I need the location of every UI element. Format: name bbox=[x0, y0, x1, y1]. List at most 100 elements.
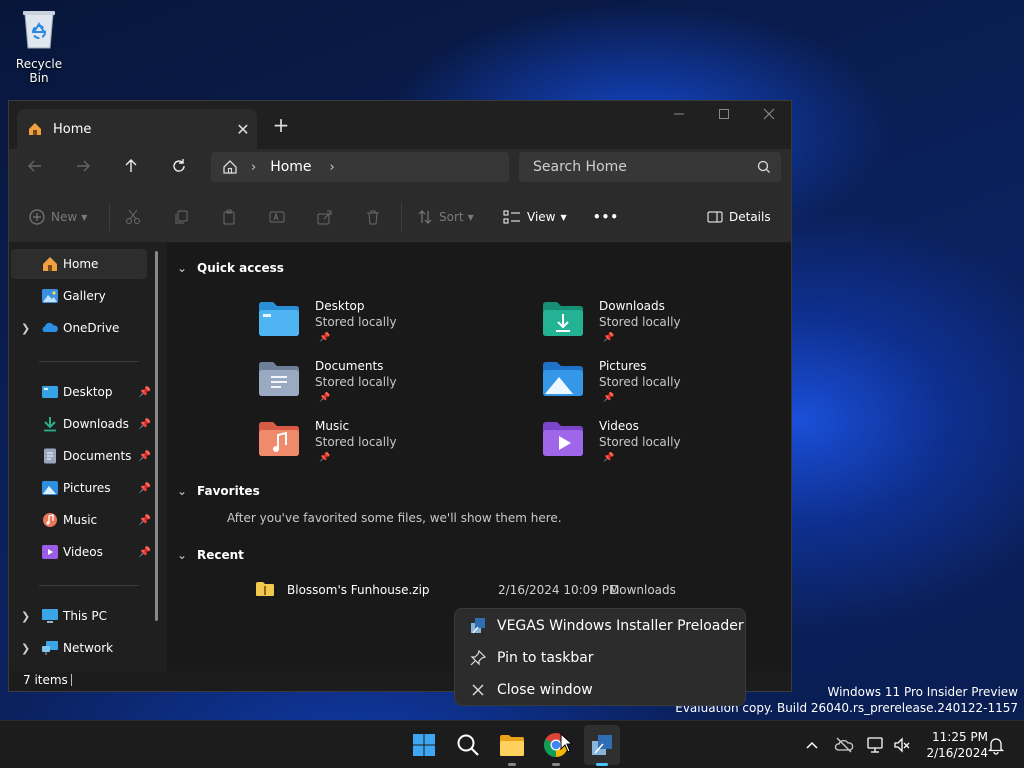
new-plus-icon bbox=[29, 209, 45, 225]
jumplist-label: VEGAS Windows Installer Preloader bbox=[497, 618, 744, 634]
search-input[interactable]: Search Home bbox=[533, 159, 751, 175]
pin-icon[interactable]: 📌 bbox=[139, 419, 151, 430]
jumplist-item-close[interactable]: Close window bbox=[455, 675, 745, 705]
sidebar-item-pictures[interactable]: Pictures 📌 bbox=[11, 473, 151, 503]
chevron-down-icon[interactable]: ⌄ bbox=[167, 261, 197, 275]
sidebar-item-home[interactable]: Home bbox=[11, 249, 147, 279]
folder-name: Downloads bbox=[599, 299, 665, 313]
videos-icon bbox=[42, 545, 58, 559]
section-quick-access[interactable]: ⌄ Quick access bbox=[177, 261, 284, 275]
quick-access-music[interactable]: Music Stored locally 📌 bbox=[257, 419, 487, 475]
installer-app-icon[interactable] bbox=[586, 729, 618, 761]
details-button[interactable]: Details bbox=[707, 207, 771, 227]
sidebar-item-label: OneDrive bbox=[63, 321, 120, 335]
quick-access-documents[interactable]: Documents Stored locally 📌 bbox=[257, 359, 487, 415]
recycle-bin[interactable]: Recycle Bin bbox=[6, 8, 72, 85]
sort-icon bbox=[418, 210, 432, 224]
refresh-icon bbox=[173, 159, 185, 172]
pin-icon[interactable]: 📌 bbox=[139, 515, 151, 526]
chevron-right-icon[interactable]: ❯ bbox=[21, 610, 30, 623]
quick-access-desktop[interactable]: Desktop Stored locally 📌 bbox=[257, 299, 487, 355]
breadcrumb-home[interactable]: Home bbox=[270, 159, 311, 175]
close-button[interactable] bbox=[749, 105, 789, 129]
paste-button[interactable] bbox=[221, 207, 243, 227]
forward-button[interactable] bbox=[67, 155, 99, 183]
section-favorites[interactable]: ⌄ Favorites bbox=[177, 484, 260, 498]
address-bar[interactable]: › Home › bbox=[211, 152, 509, 182]
file-explorer-icon[interactable] bbox=[496, 729, 528, 761]
pin-icon[interactable]: 📌 bbox=[139, 451, 151, 462]
breadcrumb-separator[interactable]: › bbox=[330, 160, 335, 175]
pin-icon[interactable]: 📌 bbox=[139, 547, 151, 558]
tab-close-button[interactable]: ✕ bbox=[229, 120, 257, 139]
chevron-right-icon[interactable]: ❯ bbox=[21, 322, 30, 335]
up-button[interactable] bbox=[115, 155, 147, 183]
this-pc-icon bbox=[42, 609, 58, 623]
close-icon bbox=[472, 684, 484, 696]
taskbar: 11:25 PM 2/16/2024 bbox=[0, 720, 1024, 768]
sidebar-scrollbar[interactable] bbox=[155, 251, 158, 621]
volume-muted-icon[interactable] bbox=[892, 735, 912, 755]
notification-bell-icon[interactable] bbox=[986, 735, 1006, 755]
search-box[interactable]: Search Home bbox=[519, 152, 781, 182]
quick-access-videos[interactable]: Videos Stored locally 📌 bbox=[541, 419, 771, 475]
rename-button[interactable] bbox=[269, 207, 291, 227]
sidebar-item-onedrive[interactable]: ❯ OneDrive bbox=[11, 313, 147, 343]
share-button[interactable] bbox=[317, 207, 339, 227]
maximize-icon bbox=[719, 109, 729, 119]
pin-icon[interactable]: 📌 bbox=[139, 387, 151, 398]
system-clock[interactable]: 11:25 PM 2/16/2024 bbox=[918, 729, 988, 761]
folder-name: Documents bbox=[315, 359, 384, 373]
back-button[interactable] bbox=[19, 155, 51, 183]
sidebar-item-gallery[interactable]: Gallery bbox=[11, 281, 147, 311]
start-button[interactable] bbox=[408, 729, 440, 761]
maximize-button[interactable] bbox=[704, 105, 744, 129]
search-icon[interactable] bbox=[452, 729, 484, 761]
recent-file-row[interactable]: Blossom's Funhouse.zip 2/16/2024 10:09 P… bbox=[255, 581, 795, 605]
chevron-right-icon[interactable]: ❯ bbox=[21, 642, 30, 655]
copy-button[interactable] bbox=[173, 207, 195, 227]
onedrive-icon bbox=[42, 322, 58, 332]
sidebar-item-music[interactable]: Music 📌 bbox=[11, 505, 151, 535]
sort-button[interactable]: Sort ▼ bbox=[417, 207, 474, 227]
refresh-button[interactable] bbox=[163, 155, 195, 183]
sidebar-item-this-pc[interactable]: ❯ This PC bbox=[11, 601, 147, 631]
view-button[interactable]: View ▼ bbox=[503, 207, 567, 227]
quick-access-pictures[interactable]: Pictures Stored locally 📌 bbox=[541, 359, 771, 415]
network-status-icon[interactable] bbox=[866, 735, 886, 755]
sidebar-item-downloads[interactable]: Downloads 📌 bbox=[11, 409, 151, 439]
new-button[interactable]: New ▼ bbox=[29, 207, 87, 227]
see-more-button[interactable]: ••• bbox=[593, 207, 619, 227]
cloud-offline-icon[interactable] bbox=[834, 735, 854, 755]
chevron-up-icon[interactable] bbox=[802, 735, 822, 755]
minimize-button[interactable] bbox=[659, 105, 699, 129]
title-bar[interactable]: Home ✕ + bbox=[9, 101, 791, 149]
pin-icon[interactable]: 📌 bbox=[139, 483, 151, 494]
command-bar: New ▼ Sort ▼ View ▼ ••• Details bbox=[9, 189, 791, 243]
cut-button[interactable] bbox=[125, 207, 147, 227]
music-icon bbox=[43, 513, 57, 527]
home-icon bbox=[29, 123, 41, 135]
tab-home[interactable]: Home ✕ bbox=[17, 109, 257, 149]
section-recent[interactable]: ⌄ Recent bbox=[177, 548, 244, 562]
jumplist-item-pin[interactable]: Pin to taskbar bbox=[455, 643, 745, 673]
sidebar-item-desktop[interactable]: Desktop 📌 bbox=[11, 377, 151, 407]
folder-name: Pictures bbox=[599, 359, 647, 373]
sidebar-item-network[interactable]: ❯ Network bbox=[11, 633, 147, 663]
sidebar-item-videos[interactable]: Videos 📌 bbox=[11, 537, 151, 567]
recent-file-location: Downloads bbox=[610, 583, 676, 597]
chevron-down-icon[interactable]: ⌄ bbox=[167, 548, 197, 562]
sidebar-item-documents[interactable]: Documents 📌 bbox=[11, 441, 151, 471]
section-title: Favorites bbox=[197, 484, 260, 498]
pin-icon: 📌 bbox=[603, 453, 615, 463]
delete-button[interactable] bbox=[365, 207, 387, 227]
search-icon bbox=[757, 160, 770, 173]
breadcrumb-separator[interactable]: › bbox=[251, 160, 256, 175]
navigation-bar: › Home › Search Home bbox=[9, 149, 791, 189]
new-tab-button[interactable]: + bbox=[271, 113, 291, 137]
gallery-icon bbox=[42, 289, 58, 303]
jumplist-item-installer[interactable]: VEGAS Windows Installer Preloader bbox=[455, 611, 745, 641]
chevron-down-icon[interactable]: ⌄ bbox=[167, 484, 197, 498]
quick-access-downloads[interactable]: Downloads Stored locally 📌 bbox=[541, 299, 771, 355]
copy-icon bbox=[175, 210, 188, 224]
